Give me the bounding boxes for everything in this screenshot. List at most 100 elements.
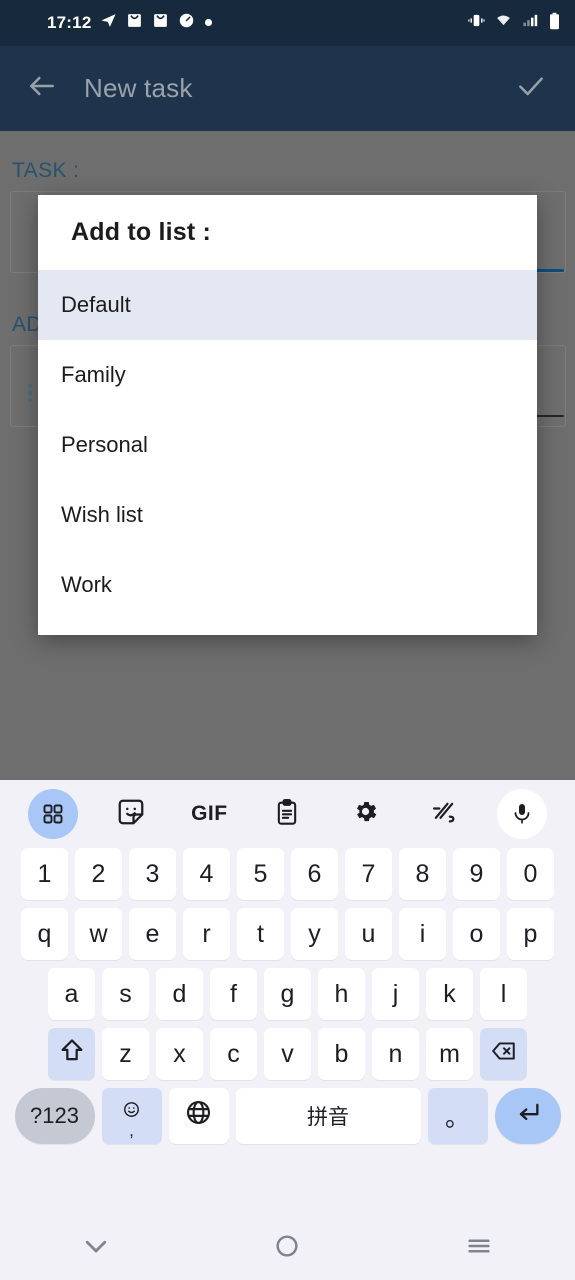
nav-recents-button[interactable] [444, 1224, 514, 1274]
key-a[interactable]: a [48, 968, 95, 1020]
circle-home-icon [273, 1232, 301, 1265]
apps-grid-button[interactable] [14, 789, 92, 839]
key-5[interactable]: 5 [237, 848, 284, 900]
key-4[interactable]: 4 [183, 848, 230, 900]
dialog-title: Add to list : [71, 218, 212, 246]
backspace-key[interactable] [480, 1028, 527, 1080]
keyboard-row-numbers: 1 2 3 4 5 6 7 8 9 0 [0, 848, 575, 900]
key-u[interactable]: u [345, 908, 392, 960]
period-key[interactable]: 。 [427, 1088, 488, 1144]
globe-icon [185, 1099, 212, 1133]
system-nav-bar [0, 1217, 575, 1280]
dialog-option-work[interactable]: Work [38, 550, 537, 620]
battery-icon [548, 12, 561, 35]
shift-up-icon [58, 1037, 86, 1072]
apps-grid-icon [28, 789, 79, 839]
key-8[interactable]: 8 [399, 848, 446, 900]
arrow-left-icon [26, 70, 58, 107]
key-k[interactable]: k [426, 968, 473, 1020]
key-d[interactable]: d [156, 968, 203, 1020]
key-x[interactable]: x [156, 1028, 203, 1080]
clipboard-button[interactable] [248, 789, 326, 839]
key-l[interactable]: l [480, 968, 527, 1020]
enter-return-icon [514, 1099, 542, 1134]
key-c[interactable]: c [210, 1028, 257, 1080]
dot-icon [204, 14, 213, 32]
vibrate-icon [467, 12, 486, 34]
key-f[interactable]: f [210, 968, 257, 1020]
sticker-icon [116, 797, 146, 832]
status-bar-right [467, 12, 561, 35]
language-switch-key[interactable] [168, 1088, 229, 1144]
comma-label: , [129, 1121, 134, 1140]
dialog-option-default[interactable]: Default [38, 270, 537, 340]
key-m[interactable]: m [426, 1028, 473, 1080]
key-3[interactable]: 3 [129, 848, 176, 900]
dialog-option-personal[interactable]: Personal [38, 410, 537, 480]
key-e[interactable]: e [129, 908, 176, 960]
key-6[interactable]: 6 [291, 848, 338, 900]
add-to-list-dialog: Add to list : Default Family Personal Wi… [38, 195, 537, 635]
telegram-icon [100, 12, 117, 34]
key-y[interactable]: y [291, 908, 338, 960]
keyboard-toolbar: GIF [0, 780, 575, 848]
back-button[interactable] [22, 69, 62, 109]
microphone-icon [496, 789, 547, 839]
key-i[interactable]: i [399, 908, 446, 960]
key-g[interactable]: g [264, 968, 311, 1020]
settings-button[interactable] [327, 789, 405, 839]
key-b[interactable]: b [318, 1028, 365, 1080]
key-7[interactable]: 7 [345, 848, 392, 900]
key-2[interactable]: 2 [75, 848, 122, 900]
key-s[interactable]: s [102, 968, 149, 1020]
keyboard-row-asdf: a s d f g h j k l [0, 968, 575, 1020]
confirm-button[interactable] [509, 67, 553, 111]
status-bar-left: 17:12 [14, 12, 213, 34]
key-z[interactable]: z [102, 1028, 149, 1080]
nav-home-button[interactable] [252, 1224, 322, 1274]
nav-back-button[interactable] [61, 1224, 131, 1274]
key-t[interactable]: t [237, 908, 284, 960]
dialog-option-family[interactable]: Family [38, 340, 537, 410]
mail-icon [152, 12, 169, 34]
key-w[interactable]: w [75, 908, 122, 960]
chevron-down-icon [81, 1231, 111, 1266]
keyboard-row-bottom: ?123 , 拼音 。 [0, 1088, 575, 1144]
shift-key[interactable] [48, 1028, 95, 1080]
page-title: New task [84, 73, 193, 103]
symbols-key[interactable]: ?123 [14, 1088, 95, 1144]
emoji-comma-key[interactable]: , [101, 1088, 162, 1144]
voice-input-button[interactable] [483, 789, 561, 839]
check-icon [515, 70, 547, 107]
speedometer-icon [178, 12, 195, 34]
status-clock: 17:12 [47, 13, 92, 32]
key-q[interactable]: q [21, 908, 68, 960]
signal-icon [521, 12, 540, 34]
sticker-button[interactable] [92, 789, 170, 839]
keyboard-row-qwerty: q w e r t y u i o p [0, 908, 575, 960]
clipboard-icon [273, 798, 301, 831]
dialog-option-list: Default Family Personal Wish list Work [38, 270, 537, 620]
handwriting-button[interactable] [405, 789, 483, 839]
enter-key[interactable] [494, 1088, 561, 1144]
task-section-label: TASK : [12, 159, 80, 182]
on-screen-keyboard: GIF 1 2 3 4 5 6 7 8 9 0 q w e r t y u i … [0, 780, 575, 1217]
key-h[interactable]: h [318, 968, 365, 1020]
key-p[interactable]: p [507, 908, 554, 960]
key-0[interactable]: 0 [507, 848, 554, 900]
space-key[interactable]: 拼音 [235, 1088, 421, 1144]
key-9[interactable]: 9 [453, 848, 500, 900]
key-1[interactable]: 1 [21, 848, 68, 900]
drag-handle-icon [28, 384, 32, 402]
gear-icon [352, 798, 379, 830]
key-j[interactable]: j [372, 968, 419, 1020]
key-r[interactable]: r [183, 908, 230, 960]
key-o[interactable]: o [453, 908, 500, 960]
key-v[interactable]: v [264, 1028, 311, 1080]
hamburger-recents-icon [465, 1232, 493, 1265]
mail-icon [126, 12, 143, 34]
gif-button[interactable]: GIF [170, 789, 248, 839]
key-n[interactable]: n [372, 1028, 419, 1080]
app-toolbar: New task [0, 46, 575, 131]
dialog-option-wish-list[interactable]: Wish list [38, 480, 537, 550]
